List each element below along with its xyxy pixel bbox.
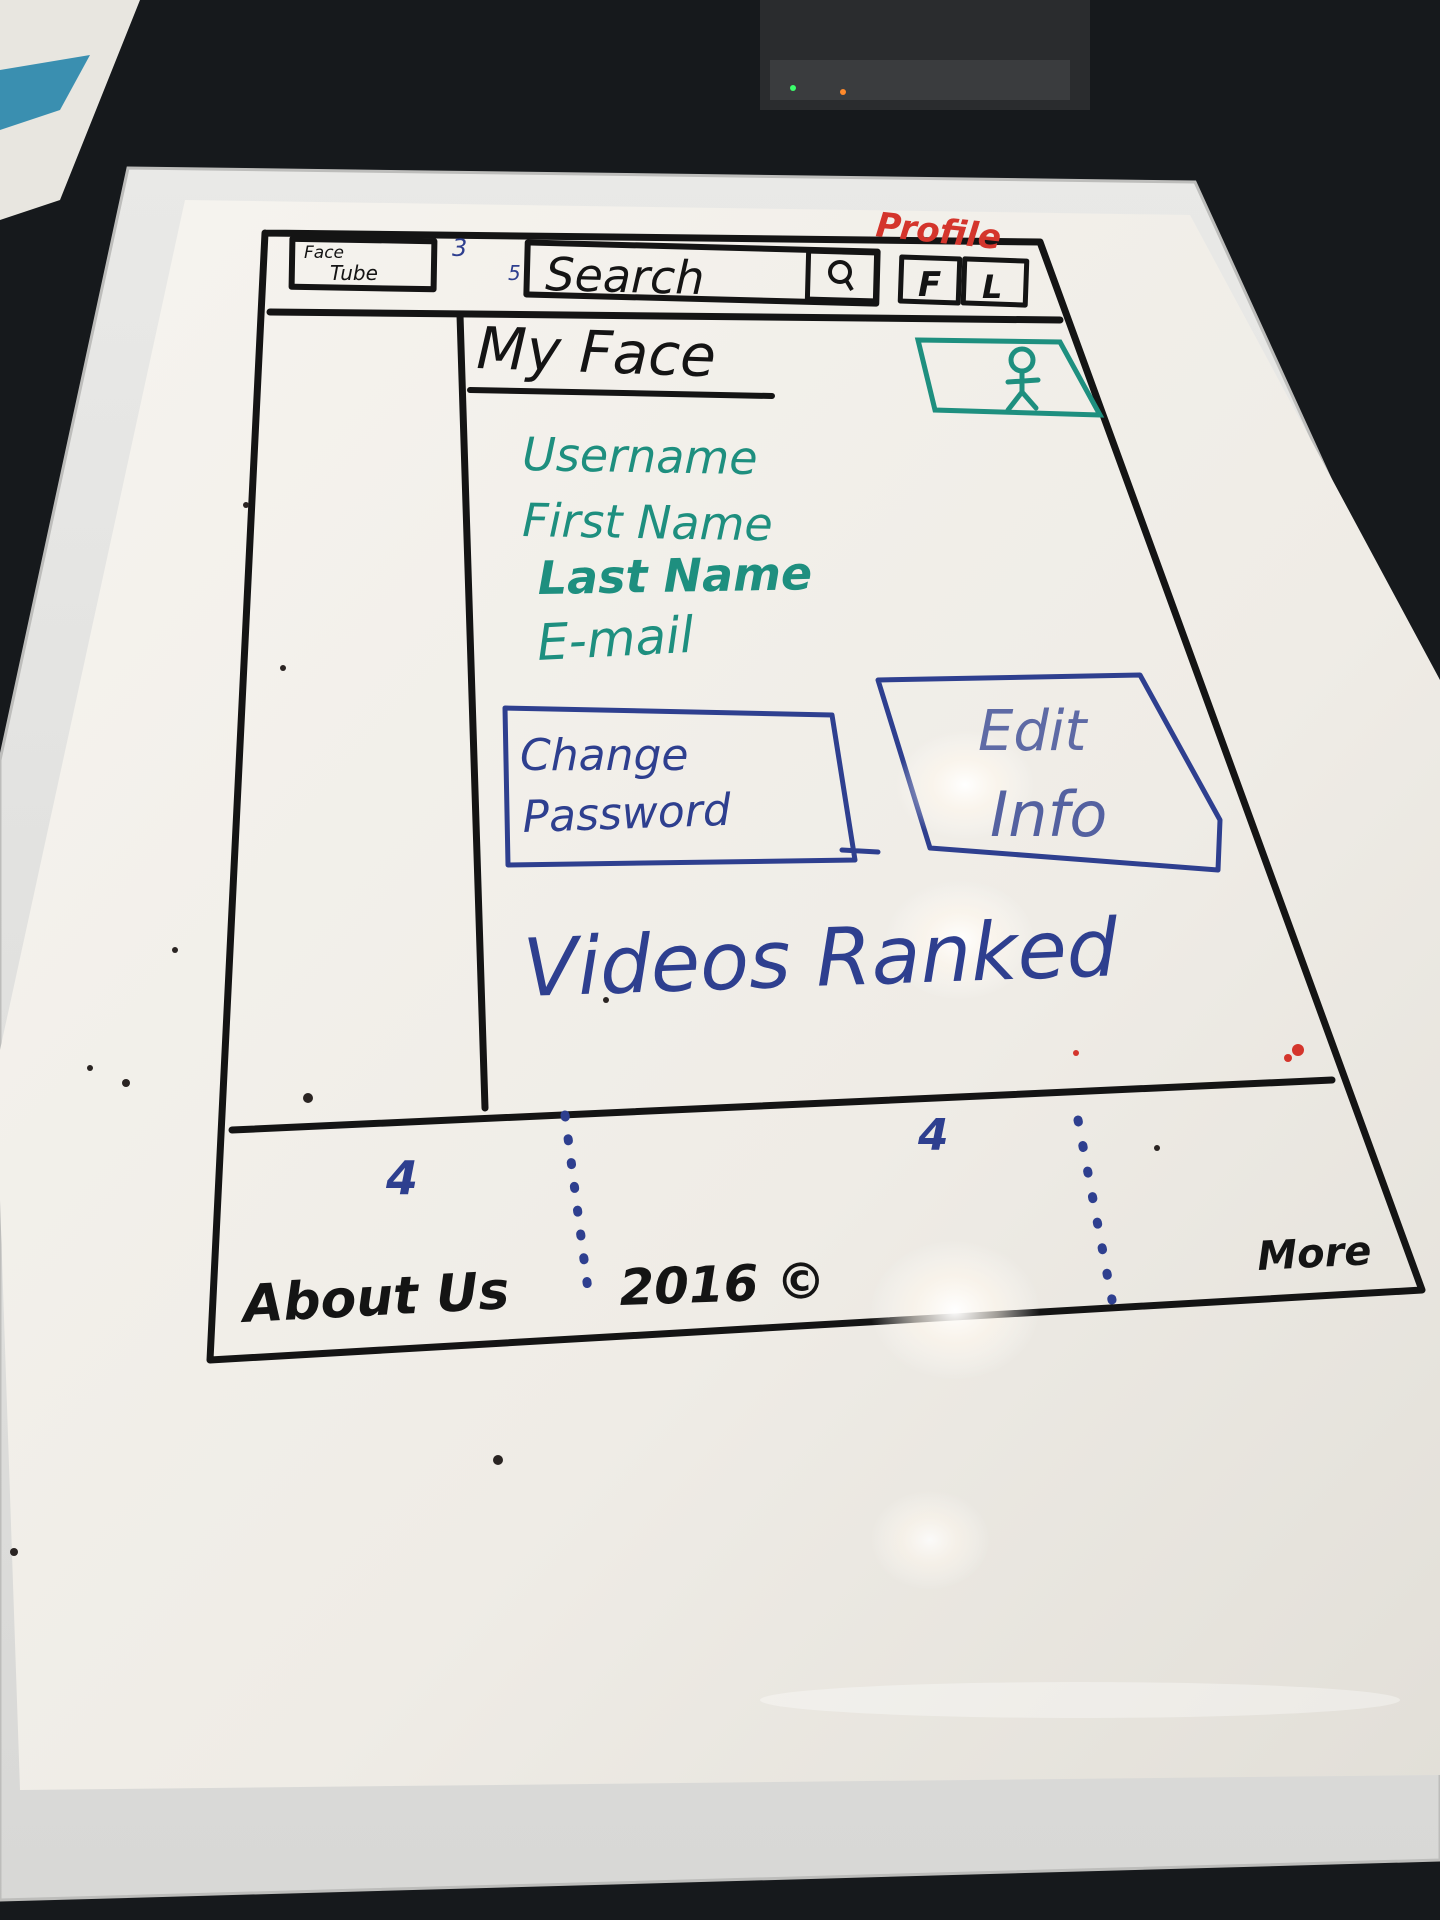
change-password-line-2: Password <box>522 785 733 843</box>
field-first-name: First Name <box>522 493 773 551</box>
footer-more: More <box>1256 1228 1372 1280</box>
logo-note: 3 <box>452 234 467 262</box>
change-password-line-1: Change <box>520 730 688 781</box>
search-label: Search <box>545 247 705 305</box>
field-username: Username <box>522 427 758 485</box>
edit-info-line-2: Info <box>990 778 1107 851</box>
field-last-name: Last Name <box>537 546 812 605</box>
logo-line-2: Tube <box>330 261 378 285</box>
footer-note-right: 4 <box>917 1110 949 1161</box>
edit-info-line-1: Edit <box>978 699 1088 764</box>
field-email: E-mail <box>536 606 696 672</box>
facebook-button-label: F <box>918 265 941 305</box>
logo-line-1: Face <box>304 243 344 263</box>
footer-copyright: 2016 © <box>618 1252 826 1317</box>
footer-note-left: 4 <box>385 1151 418 1205</box>
whiteboard-photo: Profile Face Tube 3 5 Search F L My Face… <box>0 0 1440 1920</box>
linkedin-button-label: L <box>982 268 1002 306</box>
profile-title: My Face <box>476 314 718 390</box>
search-note: 5 <box>508 261 521 285</box>
laptop-edge <box>760 0 1090 110</box>
